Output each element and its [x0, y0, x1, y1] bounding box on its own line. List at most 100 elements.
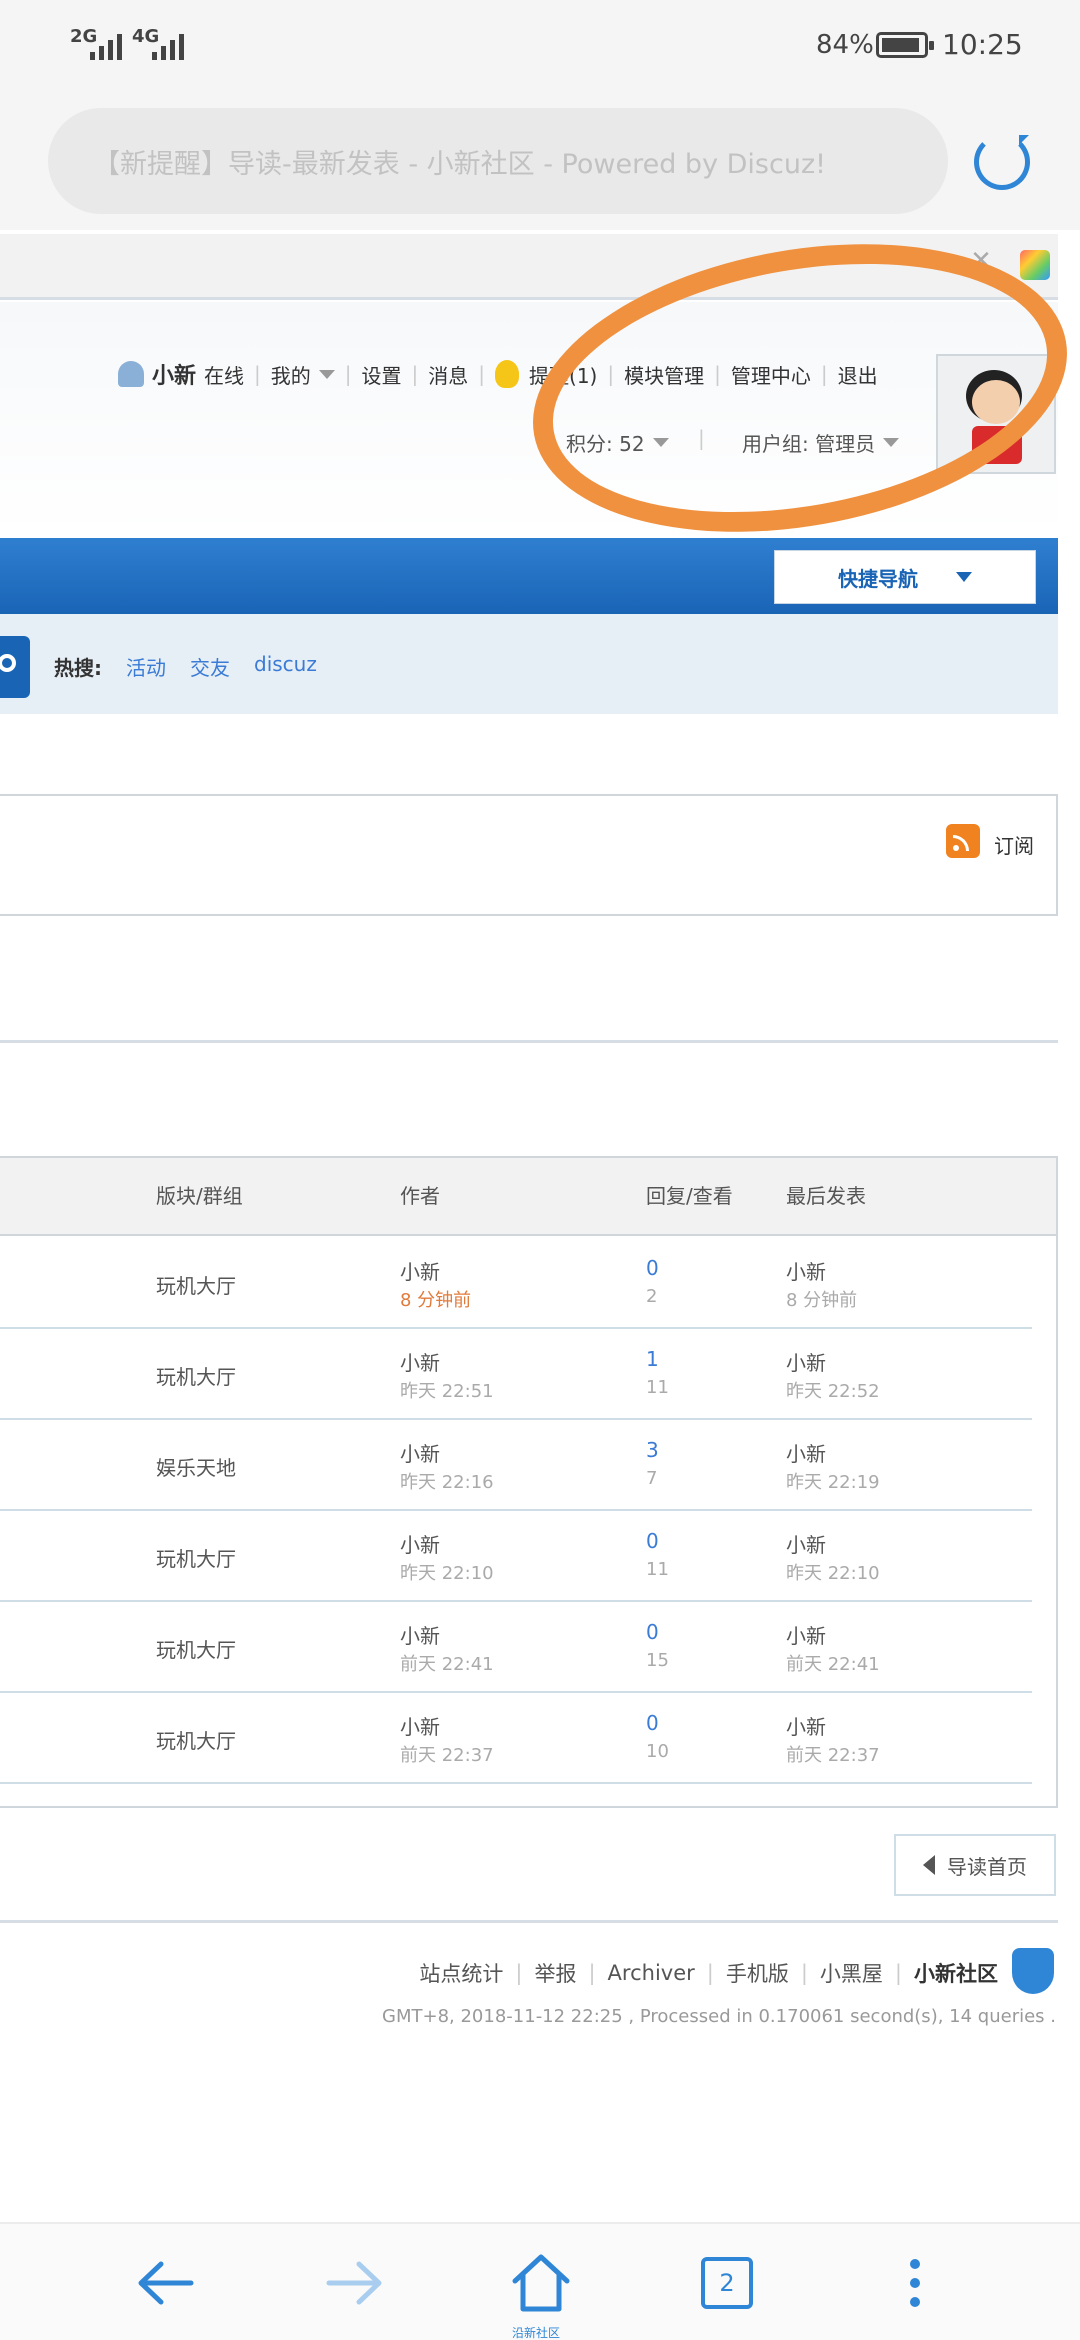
col-replies-views: 回复/查看 [646, 1184, 733, 1208]
forward-arrow-icon[interactable] [320, 2248, 390, 2318]
table-row[interactable] [0, 1602, 1032, 1693]
row-views: 2 [646, 1286, 658, 1307]
row-author[interactable]: 小新 [400, 1256, 440, 1285]
search-icon [0, 654, 16, 672]
tab-count: 2 [701, 2257, 753, 2309]
row-author[interactable]: 小新 [400, 1620, 440, 1649]
more-menu-icon[interactable] [880, 2248, 950, 2318]
tabs-button[interactable]: 2 [692, 2248, 762, 2318]
row-forum[interactable]: 玩机大厅 [156, 1725, 236, 1754]
user-icon [118, 361, 144, 387]
row-last-author[interactable]: 小新 [786, 1438, 826, 1467]
footer-gmt: GMT+8, 2018-11-12 22:25 , Processed in 0… [382, 2006, 1056, 2027]
table-row[interactable] [0, 1420, 1032, 1511]
reload-icon[interactable] [974, 134, 1030, 190]
row-author-time: 昨天 22:10 [400, 1563, 494, 1584]
table-row[interactable] [0, 1329, 1032, 1420]
footer-link[interactable]: Archiver [608, 1961, 695, 1985]
messages-link[interactable]: 消息 [428, 360, 468, 389]
theme-icon[interactable] [1020, 250, 1050, 280]
settings-link[interactable]: 设置 [362, 360, 402, 389]
table-row[interactable] [0, 1238, 1032, 1329]
row-last-author[interactable]: 小新 [786, 1347, 826, 1376]
lightbulb-icon [495, 360, 520, 388]
row-forum[interactable]: 娱乐天地 [156, 1452, 236, 1481]
row-replies: 0 [646, 1711, 659, 1735]
shield-icon [1012, 1948, 1054, 1994]
home-icon[interactable] [506, 2248, 576, 2318]
row-author-time: 前天 22:37 [400, 1745, 494, 1766]
hot-search-item[interactable]: 活动 [126, 652, 166, 681]
battery-icon [876, 32, 934, 58]
col-author: 作者 [400, 1184, 440, 1208]
quick-nav-label: 快捷导航 [838, 566, 918, 591]
row-forum[interactable]: 玩机大厅 [156, 1361, 236, 1390]
row-forum[interactable]: 玩机大厅 [156, 1634, 236, 1663]
row-forum[interactable]: 玩机大厅 [156, 1543, 236, 1572]
clock: 10:25 [942, 28, 1023, 61]
subscribe-link[interactable]: 订阅 [994, 830, 1034, 859]
row-replies: 0 [646, 1529, 659, 1553]
row-author-time: 昨天 22:16 [400, 1472, 494, 1493]
row-views: 11 [646, 1377, 669, 1398]
back-home-label: 导读首页 [947, 1854, 1027, 1879]
row-last-author[interactable]: 小新 [786, 1711, 826, 1740]
row-last-time[interactable]: 昨天 22:10 [786, 1559, 880, 1585]
online-status[interactable]: 在线 [204, 360, 244, 389]
row-views: 7 [646, 1468, 658, 1489]
signal-bars-icon [90, 28, 122, 60]
back-arrow-icon[interactable] [130, 2248, 200, 2318]
footer-links: 站点统计 | 举报 | Archiver | 手机版 | 小黑屋 | 小新社区 [419, 1958, 998, 1988]
footer-link[interactable]: 手机版 [726, 1958, 789, 1988]
row-author-time: 昨天 22:51 [400, 1381, 494, 1402]
row-author-time: 前天 22:41 [400, 1654, 494, 1675]
row-last-time[interactable]: 前天 22:37 [786, 1741, 880, 1767]
row-replies: 0 [646, 1256, 659, 1280]
row-views: 11 [646, 1559, 669, 1580]
row-last-time[interactable]: 昨天 22:19 [786, 1468, 880, 1494]
hot-search-item[interactable]: 交友 [190, 652, 230, 681]
row-last-author[interactable]: 小新 [786, 1256, 826, 1285]
row-last-author[interactable]: 小新 [786, 1529, 826, 1558]
mine-menu[interactable]: 我的 [271, 360, 311, 389]
col-last-post: 最后发表 [786, 1184, 866, 1208]
row-author[interactable]: 小新 [400, 1711, 440, 1740]
hot-search-label: 热搜: [54, 656, 102, 680]
battery-percent: 84% [816, 30, 874, 60]
page-title: 【新提醒】导读-最新发表 - 小新社区 - Powered by Discuz! [93, 148, 826, 180]
row-replies: 3 [646, 1438, 659, 1462]
quick-nav-button[interactable]: 快捷导航 [774, 550, 1036, 604]
footer-link[interactable]: 举报 [534, 1958, 576, 1988]
row-views: 15 [646, 1650, 669, 1671]
row-last-time[interactable]: 8 分钟前 [786, 1286, 857, 1312]
row-author[interactable]: 小新 [400, 1347, 440, 1376]
row-forum[interactable]: 玩机大厅 [156, 1270, 236, 1299]
triangle-left-icon [923, 1855, 935, 1875]
table-row[interactable] [0, 1511, 1032, 1602]
table-row[interactable] [0, 1693, 1032, 1784]
rss-icon[interactable] [946, 824, 980, 858]
back-home-button[interactable]: 导读首页 [894, 1834, 1056, 1896]
url-bar[interactable]: 【新提醒】导读-最新发表 - 小新社区 - Powered by Discuz! [48, 108, 948, 214]
search-button[interactable] [0, 636, 30, 698]
row-author[interactable]: 小新 [400, 1438, 440, 1467]
chevron-down-icon [318, 369, 335, 379]
row-views: 10 [646, 1741, 669, 1762]
section-divider [0, 1040, 1058, 1043]
row-last-author[interactable]: 小新 [786, 1620, 826, 1649]
username-link[interactable]: 小新 [152, 358, 196, 390]
chevron-down-icon [956, 572, 972, 582]
row-replies: 1 [646, 1347, 659, 1371]
row-last-time[interactable]: 前天 22:41 [786, 1650, 880, 1676]
row-last-time[interactable]: 昨天 22:52 [786, 1377, 880, 1403]
hot-search-item[interactable]: discuz [254, 652, 317, 681]
home-label: 沿新社区 [512, 2326, 561, 2340]
footer-link[interactable]: 站点统计 [419, 1958, 503, 1988]
signal-bars-icon [152, 28, 184, 60]
hot-search-list: 热搜: 活动 交友 discuz [54, 652, 317, 681]
footer-link[interactable]: 小黑屋 [820, 1958, 883, 1988]
footer-site-name[interactable]: 小新社区 [914, 1958, 998, 1988]
footer-divider [0, 1920, 1058, 1923]
row-author[interactable]: 小新 [400, 1529, 440, 1558]
row-author-time: 8 分钟前 [400, 1290, 472, 1311]
